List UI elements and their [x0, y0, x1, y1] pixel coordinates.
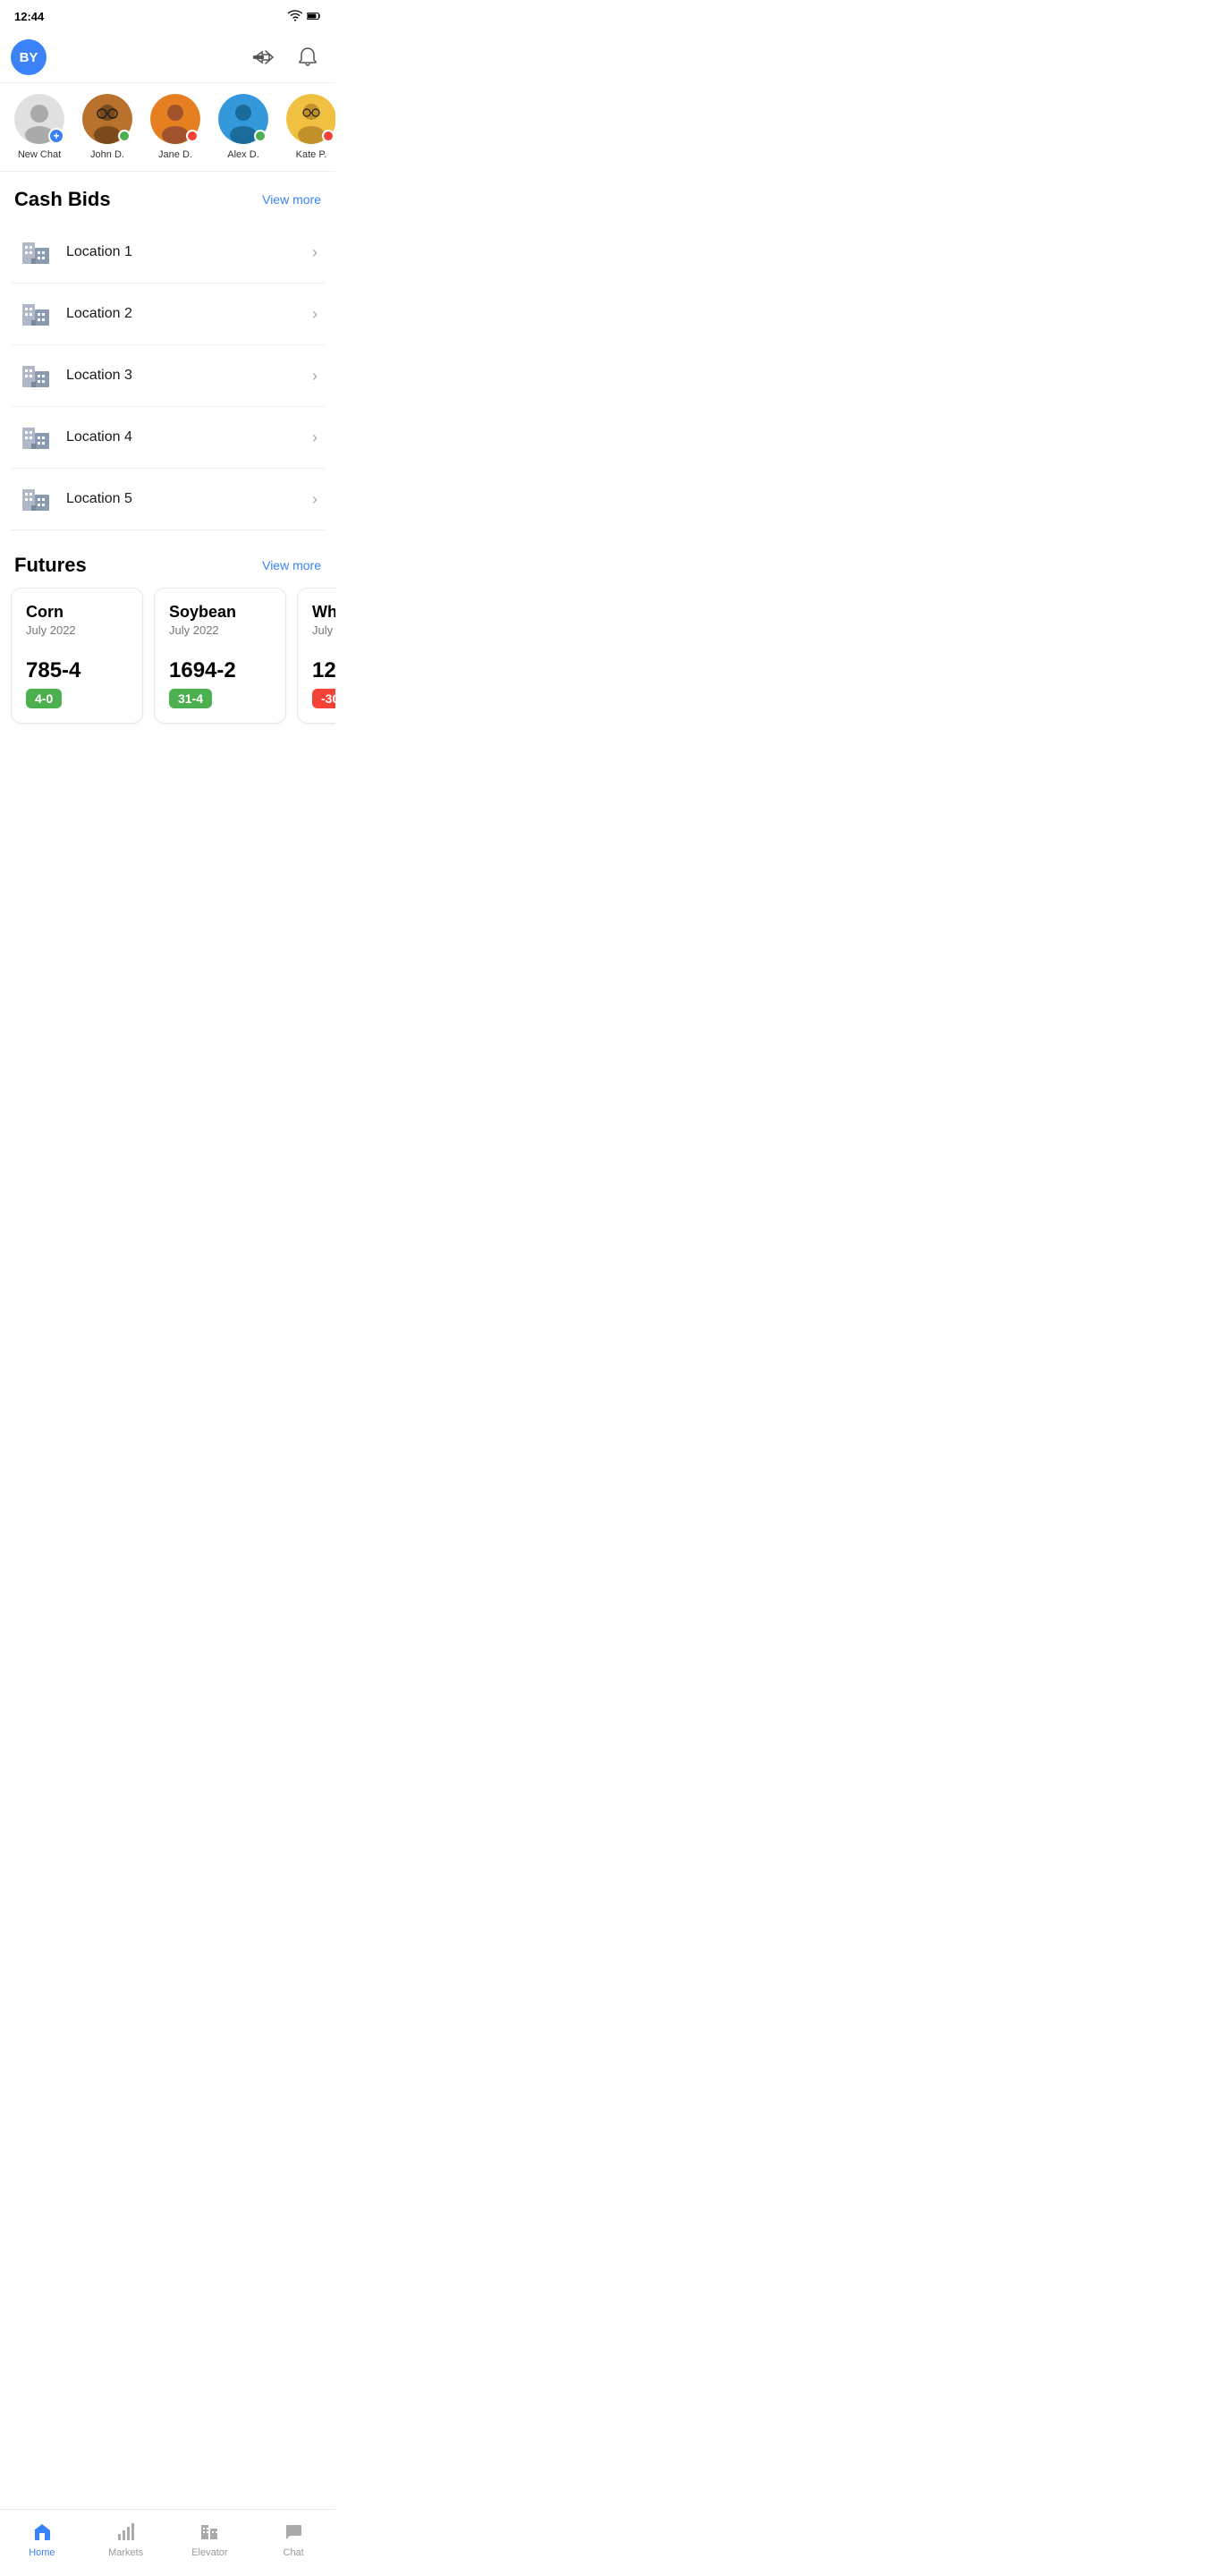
contact-john[interactable]: John D. — [79, 94, 136, 160]
location-1-chevron: › — [312, 243, 318, 262]
location-3-icon — [18, 358, 54, 394]
alex-avatar-wrap — [218, 94, 268, 144]
wheat-date: July 2022 — [312, 623, 335, 637]
elevator-icon — [198, 2521, 221, 2544]
location-3-name: Location 3 — [66, 368, 312, 384]
contact-alex[interactable]: Alex D. — [215, 94, 272, 160]
futures-header: Futures View more — [0, 538, 335, 588]
contact-jane[interactable]: Jane D. — [147, 94, 204, 160]
header: BY — [0, 32, 335, 83]
soybean-date: July 2022 — [169, 623, 271, 637]
chat-icon — [282, 2521, 305, 2544]
corn-price: 785-4 — [26, 658, 128, 683]
john-avatar-wrap — [82, 94, 132, 144]
status-icons — [288, 9, 321, 23]
nav-chat[interactable]: Chat — [251, 2517, 335, 2562]
nav-home-label: Home — [29, 2547, 55, 2558]
building-icon-4 — [19, 420, 53, 454]
location-item-1[interactable]: Location 1 › — [11, 222, 325, 284]
battery-icon — [307, 9, 321, 23]
cash-bids-header: Cash Bids View more — [0, 172, 335, 222]
jane-avatar-wrap — [150, 94, 200, 144]
location-5-icon — [18, 481, 54, 517]
kate-avatar-wrap — [286, 94, 335, 144]
location-2-icon — [18, 296, 54, 332]
alex-status-dot — [254, 130, 267, 142]
nav-markets[interactable]: Markets — [84, 2517, 168, 2562]
location-4-chevron: › — [312, 428, 318, 447]
new-chat-plus-icon: + — [48, 128, 64, 144]
location-4-icon — [18, 419, 54, 455]
jane-status-dot — [186, 130, 199, 142]
bell-icon — [298, 47, 318, 68]
futures-card-soybean[interactable]: Soybean July 2022 1694-2 31-4 — [154, 588, 286, 724]
markets-icon — [114, 2521, 138, 2544]
cash-bids-view-more[interactable]: View more — [262, 192, 321, 207]
header-icons — [250, 43, 321, 72]
user-avatar[interactable]: BY — [11, 39, 47, 75]
home-svg — [31, 2521, 53, 2543]
john-label: John D. — [90, 149, 124, 160]
corn-date: July 2022 — [26, 623, 128, 637]
new-chat-label: New Chat — [18, 149, 61, 160]
building-icon-5 — [19, 482, 53, 516]
new-chat-avatar-wrap: + — [14, 94, 64, 144]
share-icon — [253, 47, 276, 67]
location-4-name: Location 4 — [66, 429, 312, 445]
location-2-chevron: › — [312, 305, 318, 324]
wheat-change: -30-6 — [312, 689, 335, 708]
markets-svg — [115, 2521, 137, 2543]
wheat-commodity: Wheat — [312, 603, 335, 622]
futures-card-wheat[interactable]: Wheat July 2022 1200- -30-6 — [297, 588, 335, 724]
wifi-icon — [288, 9, 302, 23]
contacts-row: + New Chat John D. — [0, 83, 335, 172]
location-item-3[interactable]: Location 3 › — [11, 345, 325, 407]
futures-card-corn[interactable]: Corn July 2022 785-4 4-0 — [11, 588, 143, 724]
nav-home[interactable]: Home — [0, 2517, 84, 2562]
status-bar: 12:44 — [0, 0, 335, 32]
location-1-icon — [18, 234, 54, 270]
futures-cards-row: Corn July 2022 785-4 4-0 Soybean July 20… — [0, 588, 335, 738]
soybean-price: 1694-2 — [169, 658, 271, 683]
contact-kate[interactable]: Kate P. — [283, 94, 335, 160]
location-3-chevron: › — [312, 367, 318, 386]
location-list: Location 1 › Location 2 › — [0, 222, 335, 530]
status-time: 12:44 — [14, 10, 44, 23]
alex-label: Alex D. — [227, 149, 258, 160]
location-item-4[interactable]: Location 4 › — [11, 407, 325, 469]
kate-label: Kate P. — [296, 149, 327, 160]
john-status-dot — [118, 130, 131, 142]
share-icon-button[interactable] — [250, 44, 280, 71]
futures-title: Futures — [14, 554, 87, 577]
contact-new-chat[interactable]: + New Chat — [11, 94, 68, 160]
nav-elevator[interactable]: Elevator — [168, 2517, 252, 2562]
nav-chat-label: Chat — [284, 2547, 304, 2558]
home-icon — [30, 2521, 54, 2544]
soybean-commodity: Soybean — [169, 603, 271, 622]
location-5-name: Location 5 — [66, 491, 312, 507]
nav-elevator-label: Elevator — [191, 2547, 227, 2558]
chat-svg — [283, 2521, 304, 2543]
notification-icon-button[interactable] — [294, 43, 321, 72]
elevator-svg — [199, 2521, 220, 2543]
soybean-change: 31-4 — [169, 689, 212, 708]
nav-markets-label: Markets — [108, 2547, 143, 2558]
location-item-2[interactable]: Location 2 › — [11, 284, 325, 345]
corn-commodity: Corn — [26, 603, 128, 622]
location-2-name: Location 2 — [66, 306, 312, 322]
futures-view-more[interactable]: View more — [262, 558, 321, 572]
location-1-name: Location 1 — [66, 244, 312, 260]
building-icon-2 — [19, 297, 53, 331]
location-5-chevron: › — [312, 490, 318, 509]
building-icon-3 — [19, 359, 53, 393]
futures-section: Futures View more Corn July 2022 785-4 4… — [0, 538, 335, 738]
jane-label: Jane D. — [158, 149, 192, 160]
corn-change: 4-0 — [26, 689, 62, 708]
building-icon — [19, 235, 53, 269]
kate-status-dot — [322, 130, 335, 142]
location-item-5[interactable]: Location 5 › — [11, 469, 325, 530]
cash-bids-title: Cash Bids — [14, 188, 111, 211]
wheat-price: 1200- — [312, 658, 335, 683]
bottom-nav: Home Markets Elevator — [0, 2509, 335, 2576]
